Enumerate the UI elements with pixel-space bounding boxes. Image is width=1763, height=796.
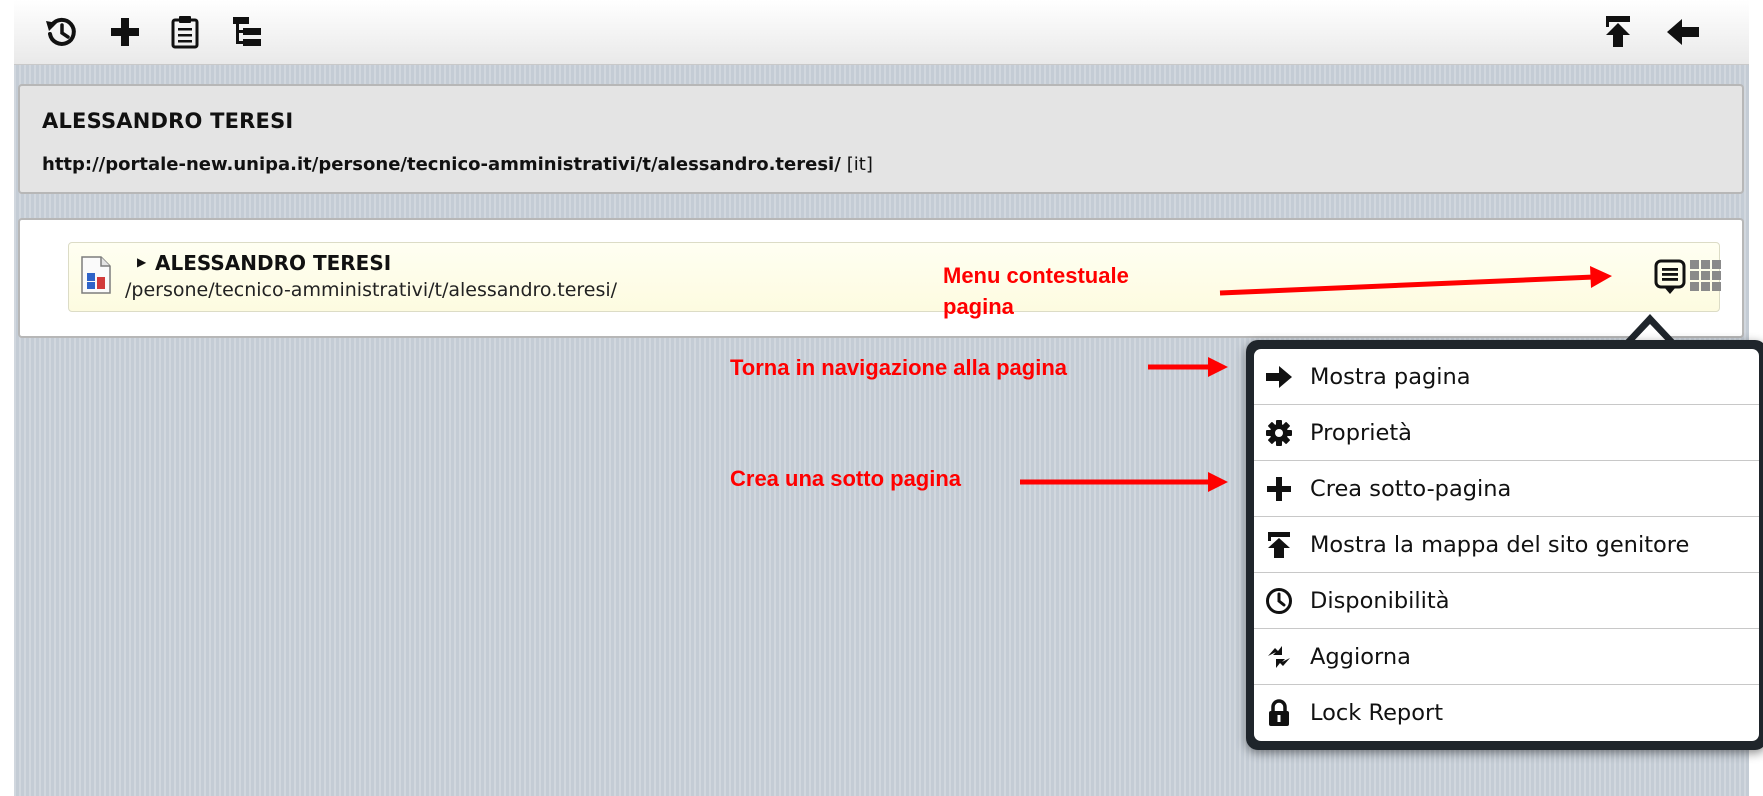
- menu-item-disponibilita[interactable]: Disponibilità: [1254, 573, 1759, 629]
- menu-item-label: Proprietà: [1310, 419, 1412, 446]
- context-menu: Mostra pagina Proprietà Crea sotto-pagin…: [1254, 349, 1759, 741]
- parent-sitemap-icon[interactable]: [1597, 11, 1639, 53]
- grid-icon[interactable]: [1689, 259, 1723, 297]
- menu-item-aggiorna[interactable]: Aggiorna: [1254, 629, 1759, 685]
- plus-icon[interactable]: [104, 11, 146, 53]
- annotation-context-menu: Menu contestuale pagina: [943, 260, 1129, 322]
- menu-item-label: Mostra pagina: [1310, 363, 1471, 390]
- menu-item-label: Crea sotto-pagina: [1310, 475, 1512, 502]
- menu-item-mostra-pagina[interactable]: Mostra pagina: [1254, 349, 1759, 405]
- tree-node-path: /persone/tecnico-amministrativi/t/alessa…: [125, 279, 618, 301]
- page-icon: [81, 256, 111, 298]
- app-window: ALESSANDRO TERESI http://portale-new.uni…: [14, 0, 1763, 796]
- menu-item-label: Disponibilità: [1310, 587, 1450, 614]
- annotation-context-menu-line1: Menu contestuale: [943, 263, 1129, 288]
- clipboard-icon[interactable]: [164, 11, 206, 53]
- tree-node-title[interactable]: ALESSANDRO TERESI: [155, 251, 391, 275]
- tree-node-row[interactable]: ▶ ALESSANDRO TERESI /persone/tecnico-amm…: [68, 242, 1723, 312]
- annotation-create-subpage: Crea una sotto pagina: [730, 466, 962, 491]
- page-title: ALESSANDRO TERESI: [42, 109, 294, 133]
- expand-caret-icon[interactable]: ▶: [137, 255, 146, 269]
- lock-icon: [1264, 698, 1294, 728]
- context-menu-icon[interactable]: [1653, 259, 1687, 299]
- menu-item-proprieta[interactable]: Proprietà: [1254, 405, 1759, 461]
- menu-item-mappa-sito-genitore[interactable]: Mostra la mappa del sito genitore: [1254, 517, 1759, 573]
- refresh-icon: [1264, 642, 1294, 672]
- annotation-back-to-page: Torna in navigazione alla pagina: [730, 355, 1067, 380]
- page-header: ALESSANDRO TERESI http://portale-new.uni…: [18, 84, 1744, 194]
- page-url-line: http://portale-new.unipa.it/persone/tecn…: [42, 154, 873, 175]
- clock-icon: [1264, 586, 1294, 616]
- plus-icon: [1264, 474, 1294, 504]
- history-icon[interactable]: [40, 11, 82, 53]
- parent-sitemap-icon: [1264, 530, 1294, 560]
- menu-item-label: Aggiorna: [1310, 643, 1411, 670]
- menu-item-label: Mostra la mappa del sito genitore: [1310, 531, 1690, 558]
- back-arrow-icon[interactable]: [1662, 11, 1704, 53]
- arrow-right-icon: [1264, 362, 1294, 392]
- tree-panel: ▶ ALESSANDRO TERESI /persone/tecnico-amm…: [18, 218, 1744, 338]
- context-menu-popover: Mostra pagina Proprietà Crea sotto-pagin…: [1246, 340, 1763, 750]
- menu-item-label: Lock Report: [1310, 700, 1444, 726]
- gear-icon: [1264, 418, 1294, 448]
- menu-item-lock-report[interactable]: Lock Report: [1254, 685, 1759, 741]
- page-url[interactable]: http://portale-new.unipa.it/persone/tecn…: [42, 154, 841, 175]
- page-language: [it]: [846, 154, 873, 175]
- menu-item-crea-sotto-pagina[interactable]: Crea sotto-pagina: [1254, 461, 1759, 517]
- tree-structure-icon[interactable]: [226, 11, 268, 53]
- toolbar: [14, 0, 1749, 65]
- annotation-context-menu-line2: pagina: [943, 294, 1014, 319]
